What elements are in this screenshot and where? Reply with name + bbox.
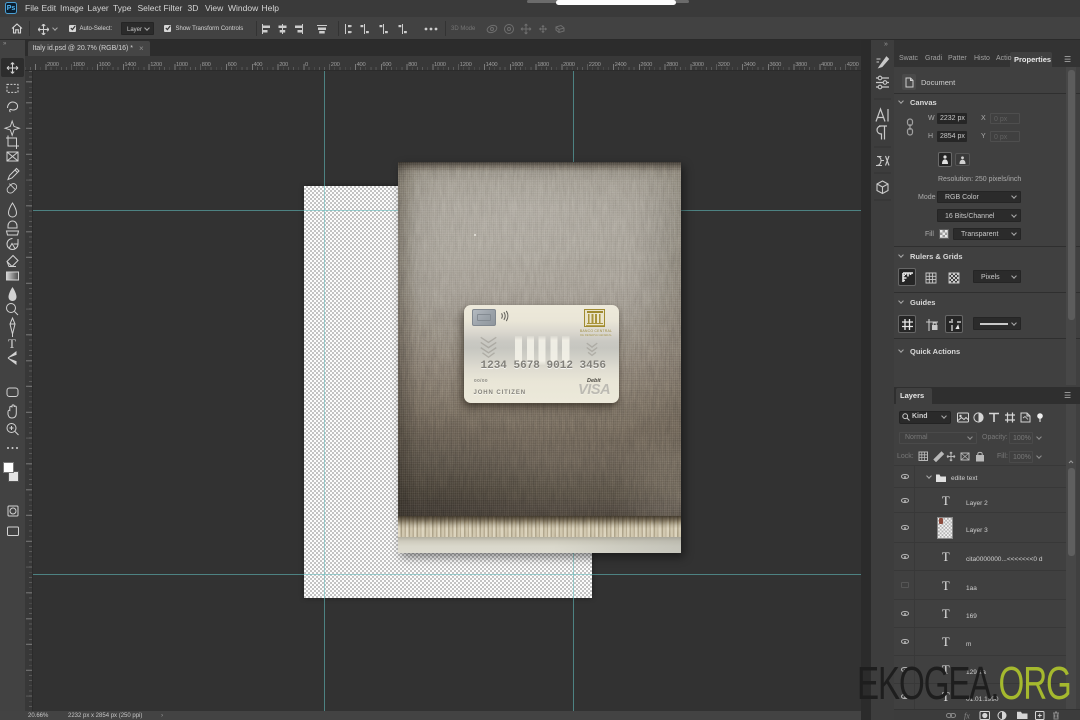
svg-text:T: T <box>8 336 16 351</box>
svg-text:fx: fx <box>964 711 970 720</box>
